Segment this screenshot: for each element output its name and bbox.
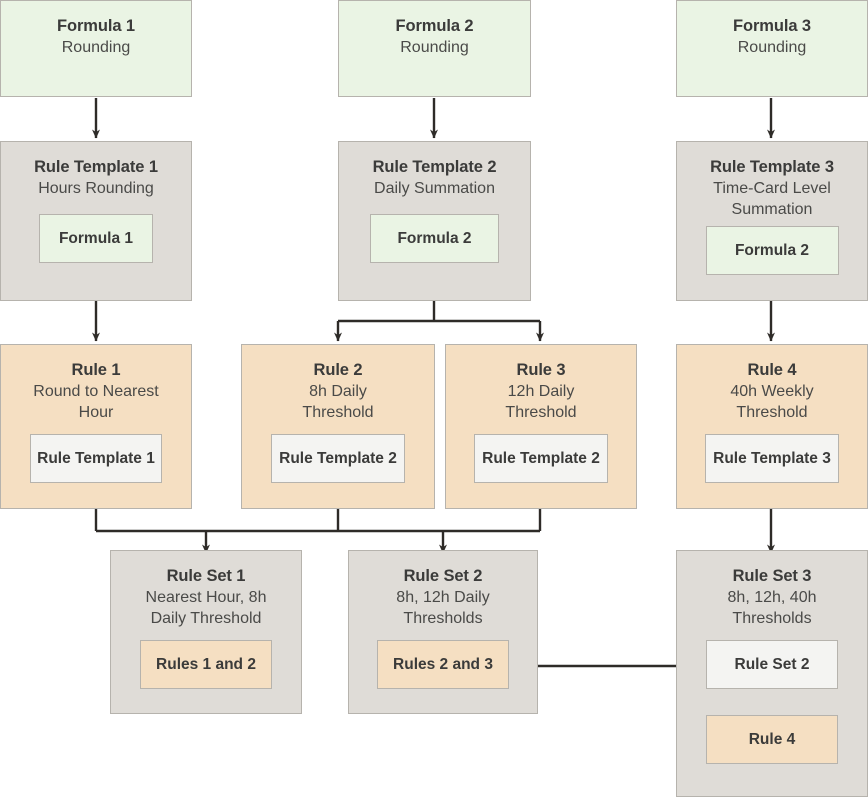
rule-template-3-subtitle: Time-Card Level Summation (713, 180, 831, 218)
rule-2-template-chip[interactable]: Rule Template 2 (271, 434, 405, 483)
rule-template-1-node[interactable]: Rule Template 1 Hours Rounding Formula 1 (0, 141, 192, 301)
rule-set-3-subtitle: 8h, 12h, 40h Thresholds (727, 589, 817, 627)
rule-3-subtitle: 12h Daily Threshold (505, 383, 577, 421)
rule-3-node[interactable]: Rule 3 12h Daily Threshold Rule Template… (445, 344, 637, 509)
rule-set-3-rule-chip[interactable]: Rule 4 (706, 715, 838, 764)
rule-set-1-subtitle: Nearest Hour, 8h Daily Threshold (145, 589, 267, 627)
formula-2-title: Formula 2 (395, 17, 474, 35)
rule-set-2-heading: Rule Set 2 (403, 567, 483, 585)
rule-set-3-ruleset-chip[interactable]: Rule Set 2 (706, 640, 838, 689)
process-flow-diagram: Formula 1 Rounding Formula 2 Rounding Fo… (0, 0, 868, 797)
rule-4-heading: Rule 4 (747, 361, 797, 379)
rule-4-node[interactable]: Rule 4 40h Weekly Threshold Rule Templat… (676, 344, 868, 509)
formula-3-node[interactable]: Formula 3 Rounding (676, 0, 868, 97)
rule-template-3-formula-chip[interactable]: Formula 2 (705, 226, 839, 275)
rule-set-3-node[interactable]: Rule Set 3 8h, 12h, 40h Thresholds Rule … (676, 550, 868, 797)
rule-template-1-title: Rule Template 1 (34, 158, 158, 176)
formula-2-subtitle: Rounding (400, 39, 469, 56)
rule-4-subtitle: 40h Weekly Threshold (730, 383, 814, 421)
formula-2-node[interactable]: Formula 2 Rounding (338, 0, 531, 97)
rule-set-3-heading: Rule Set 3 (732, 567, 812, 585)
rule-1-subtitle: Round to Nearest Hour (33, 383, 159, 421)
formula-3-title: Formula 3 (733, 17, 811, 35)
rule-3-heading: Rule 3 (516, 361, 566, 379)
rule-2-subtitle: 8h Daily Threshold (302, 383, 374, 421)
formula-1-node[interactable]: Formula 1 Rounding (0, 0, 192, 97)
rule-2-heading: Rule 2 (313, 361, 363, 379)
rule-set-2-rules-chip[interactable]: Rules 2 and 3 (377, 640, 509, 689)
rule-1-node[interactable]: Rule 1 Round to Nearest Hour Rule Templa… (0, 344, 192, 509)
rule-set-2-node[interactable]: Rule Set 2 8h, 12h Daily Thresholds Rule… (348, 550, 538, 714)
rule-template-2-formula-chip[interactable]: Formula 2 (370, 214, 499, 263)
rule-template-2-node[interactable]: Rule Template 2 Daily Summation Formula … (338, 141, 531, 301)
rule-3-template-chip[interactable]: Rule Template 2 (474, 434, 608, 483)
rule-4-template-chip[interactable]: Rule Template 3 (705, 434, 839, 483)
rule-template-2-subtitle: Daily Summation (374, 180, 495, 197)
rule-template-3-title: Rule Template 3 (710, 158, 834, 176)
rule-2-node[interactable]: Rule 2 8h Daily Threshold Rule Template … (241, 344, 435, 509)
rule-set-2-subtitle: 8h, 12h Daily Thresholds (396, 589, 490, 627)
rule-template-3-node[interactable]: Rule Template 3 Time-Card Level Summatio… (676, 141, 868, 301)
formula-3-subtitle: Rounding (737, 39, 807, 56)
rule-template-2-title: Rule Template 2 (372, 158, 497, 176)
rule-template-1-subtitle: Hours Rounding (38, 180, 154, 197)
rule-set-1-node[interactable]: Rule Set 1 Nearest Hour, 8h Daily Thresh… (110, 550, 302, 714)
rule-template-1-formula-chip[interactable]: Formula 1 (39, 214, 153, 263)
rule-set-1-rules-chip[interactable]: Rules 1 and 2 (140, 640, 272, 689)
formula-1-title: Formula 1 (57, 17, 135, 35)
rule-set-1-heading: Rule Set 1 (166, 567, 246, 585)
rule-1-heading: Rule 1 (71, 361, 121, 379)
formula-1-subtitle: Rounding (61, 39, 131, 56)
rule-1-template-chip[interactable]: Rule Template 1 (30, 434, 162, 483)
